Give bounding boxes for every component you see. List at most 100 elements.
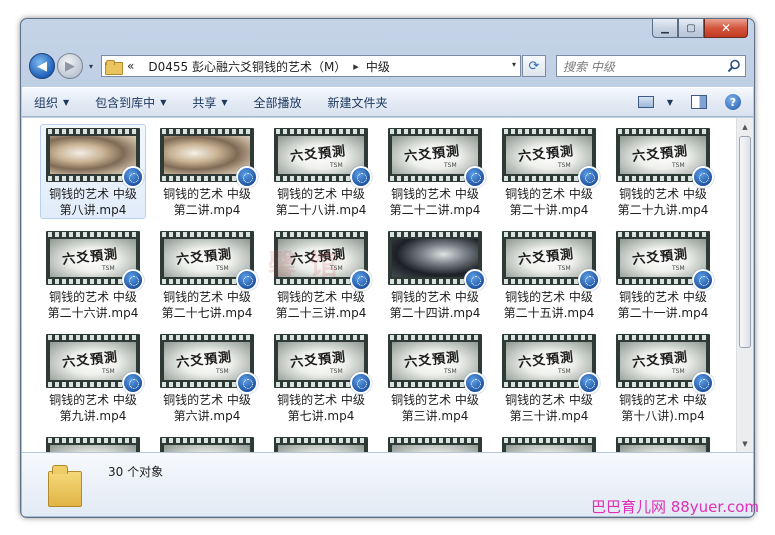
film-strip-holes: [390, 232, 480, 237]
breadcrumb-item-series[interactable]: D0455 彭心融六爻铜钱的艺术（M）: [148, 58, 346, 75]
video-frame: 六爻預測 TSM: [506, 445, 592, 452]
help-icon[interactable]: ?: [725, 94, 741, 110]
file-item[interactable]: 六爻預測 TSM 铜钱的艺术 中级 第二十一讲.mp4: [610, 227, 716, 322]
share-menu[interactable]: 共享 ▼: [192, 94, 227, 111]
view-options-dropdown[interactable]: ▼: [667, 98, 673, 107]
address-dropdown-icon[interactable]: ▾: [512, 60, 516, 69]
change-view-icon[interactable]: [637, 96, 654, 108]
media-player-icon: [236, 269, 258, 291]
file-item[interactable]: 六爻預測 TSM 铜钱的艺术 中级 第二十八讲.mp4: [268, 124, 374, 219]
video-frame: 六爻預測 TSM: [620, 445, 706, 452]
file-name: 铜钱的艺术 中级 第二十五讲.mp4: [504, 289, 595, 321]
scroll-down-button[interactable]: ▼: [737, 435, 753, 452]
watermark: 馨 馆: [268, 248, 340, 281]
scrollbar-thumb[interactable]: [739, 136, 751, 348]
film-strip-holes: [276, 232, 366, 237]
breadcrumb-item-current[interactable]: 中级: [366, 58, 390, 75]
file-item[interactable]: 六爻預測 TSM 铜钱的艺术 中级 第二十讲.mp4: [496, 124, 602, 219]
media-player-icon: [236, 372, 258, 394]
minimize-button[interactable]: ▁: [652, 19, 678, 38]
film-strip-holes: [48, 232, 138, 237]
file-item[interactable]: 六爻預測 TSM 铜钱的艺术 中级 第九讲.mp4: [40, 330, 146, 425]
search-icon[interactable]: [727, 59, 741, 73]
video-frame: 六爻預測 TSM: [392, 342, 478, 380]
video-thumbnail: 六爻預測 TSM: [274, 437, 368, 452]
video-frame: 六爻預測 TSM: [620, 239, 706, 277]
search-input[interactable]: 搜索 中级: [556, 55, 746, 77]
recent-pages-dropdown[interactable]: ▾: [85, 62, 97, 71]
breadcrumb-overflow[interactable]: «: [127, 59, 134, 73]
breadcrumb-separator-icon[interactable]: ▸: [353, 60, 359, 73]
video-frame: 六爻預測 TSM: [278, 445, 364, 452]
film-strip-holes: [162, 129, 252, 134]
play-all-button[interactable]: 全部播放: [254, 94, 302, 111]
folder-icon: [48, 465, 82, 507]
organize-menu[interactable]: 组织 ▼: [34, 94, 69, 111]
file-item[interactable]: 六爻預測 TSM 铜钱的艺术 中级 第十八讲).mp4: [610, 330, 716, 425]
video-frame: 六爻預測 TSM: [50, 445, 136, 452]
back-button[interactable]: ◀: [29, 53, 55, 79]
thumbnail-sub-text: TSM: [558, 265, 571, 272]
file-item[interactable]: 六爻預測 TSM: [496, 433, 602, 452]
file-name: 铜钱的艺术 中级 第二十二讲.mp4: [390, 186, 481, 218]
file-name: 铜钱的艺术 中级 第八讲.mp4: [49, 186, 137, 218]
share-label: 共享: [192, 95, 217, 110]
file-name: 铜钱的艺术 中级 第三十讲.mp4: [505, 392, 593, 424]
forward-button[interactable]: ▶: [57, 53, 83, 79]
refresh-button[interactable]: ⟳: [522, 55, 546, 77]
file-item[interactable]: 铜钱的艺术 中级 第二讲.mp4: [154, 124, 260, 219]
file-item[interactable]: 六爻預測 TSM 铜钱的艺术 中级 第三十讲.mp4: [496, 330, 602, 425]
thumbnail-sub-text: TSM: [216, 368, 229, 375]
file-item[interactable]: 铜钱的艺术 中级 第二十四讲.mp4: [382, 227, 488, 322]
media-player-icon: [122, 166, 144, 188]
file-name-line2: 第六讲.mp4: [173, 409, 241, 423]
video-frame: 六爻預測 TSM: [278, 342, 364, 380]
video-frame: 六爻預測 TSM: [164, 239, 250, 277]
close-button[interactable]: ✕: [704, 19, 748, 38]
video-frame: 六爻預測 TSM: [392, 445, 478, 452]
scroll-up-button[interactable]: ▲: [737, 118, 753, 135]
file-item[interactable]: 六爻預測 TSM: [610, 433, 716, 452]
file-item[interactable]: 铜钱的艺术 中级 第八讲.mp4: [40, 124, 146, 219]
video-frame: 六爻預測 TSM: [278, 136, 364, 174]
file-item[interactable]: 六爻預測 TSM: [40, 433, 146, 452]
file-name-line1: 铜钱的艺术 中级: [277, 290, 365, 304]
file-name-line1: 铜钱的艺术 中级: [163, 187, 251, 201]
vertical-scrollbar[interactable]: ▲ ▼: [736, 118, 753, 452]
file-item[interactable]: 六爻預測 TSM: [268, 433, 374, 452]
file-name: 铜钱的艺术 中级 第二十六讲.mp4: [48, 289, 139, 321]
preview-pane-icon[interactable]: [691, 95, 707, 109]
file-name: 铜钱的艺术 中级 第七讲.mp4: [277, 392, 365, 424]
file-item[interactable]: 六爻預測 TSM 铜钱的艺术 中级 第三讲.mp4: [382, 330, 488, 425]
file-item[interactable]: 六爻預測 TSM 铜钱的艺术 中级 第七讲.mp4: [268, 330, 374, 425]
media-player-icon: [578, 269, 600, 291]
maximize-button[interactable]: ▢: [678, 19, 704, 38]
film-strip-holes: [162, 232, 252, 237]
file-item[interactable]: 六爻預測 TSM 铜钱的艺术 中级 第二十五讲.mp4: [496, 227, 602, 322]
video-frame: 六爻預測 TSM: [506, 136, 592, 174]
film-strip-holes: [276, 129, 366, 134]
file-item[interactable]: 六爻預測 TSM 铜钱的艺术 中级 第二十九讲.mp4: [610, 124, 716, 219]
file-item[interactable]: 六爻預測 TSM: [154, 433, 260, 452]
file-name: 铜钱的艺术 中级 第二十九讲.mp4: [618, 186, 709, 218]
address-bar[interactable]: « D0455 彭心融六爻铜钱的艺术（M） ▸ 中级 ▾: [101, 55, 521, 77]
file-name: 铜钱的艺术 中级 第二十一讲.mp4: [618, 289, 709, 321]
file-item[interactable]: 六爻預測 TSM 铜钱的艺术 中级 第六讲.mp4: [154, 330, 260, 425]
file-name-line2: 第二十一讲.mp4: [617, 306, 709, 320]
file-item[interactable]: 六爻預測 TSM 铜钱的艺术 中级 第二十七讲.mp4: [154, 227, 260, 322]
file-name-line2: 第二十五讲.mp4: [503, 306, 595, 320]
thumbnail-sub-text: TSM: [102, 265, 115, 272]
file-item[interactable]: 六爻預測 TSM 铜钱的艺术 中级 第二十六讲.mp4: [40, 227, 146, 322]
media-player-icon: [692, 372, 714, 394]
include-library-menu[interactable]: 包含到库中 ▼: [95, 94, 166, 111]
file-item[interactable]: 六爻預測 TSM 铜钱的艺术 中级 第二十二讲.mp4: [382, 124, 488, 219]
video-thumbnail: [160, 128, 258, 188]
caption-buttons: ▁ ▢ ✕: [652, 19, 748, 38]
thumbnail-sub-text: TSM: [558, 162, 571, 169]
film-strip-holes: [390, 335, 480, 340]
file-name-line2: 第二十八讲.mp4: [275, 203, 367, 217]
file-name-line1: 铜钱的艺术 中级: [49, 187, 137, 201]
file-item[interactable]: 六爻預測 TSM: [382, 433, 488, 452]
new-folder-button[interactable]: 新建文件夹: [328, 94, 388, 111]
file-name-line2: 第二十二讲.mp4: [389, 203, 481, 217]
